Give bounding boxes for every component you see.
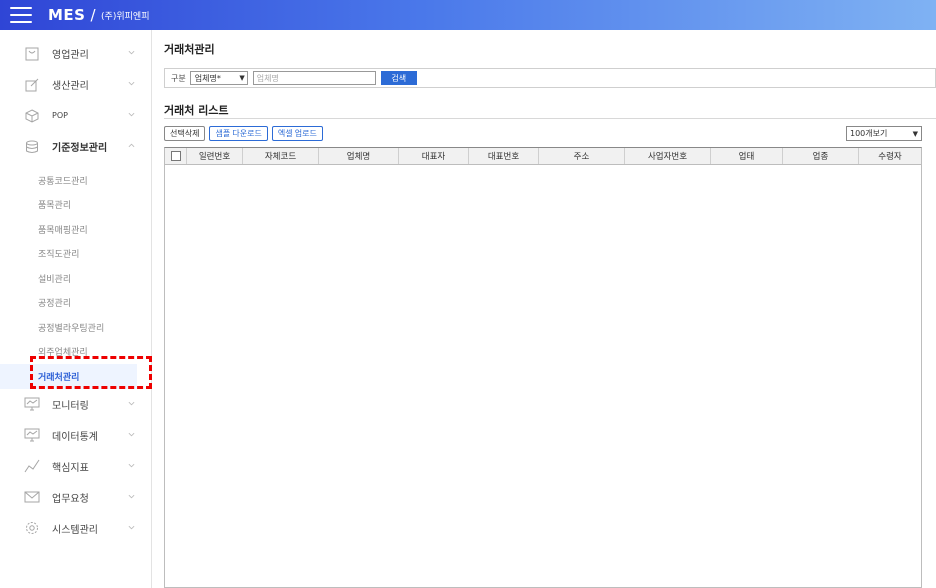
column-header[interactable]: 대표번호 <box>469 148 539 164</box>
column-header[interactable]: 일련번호 <box>187 148 243 164</box>
gear-icon <box>24 520 40 536</box>
chevron-down-icon <box>128 112 135 117</box>
sidebar-item-label: 생산관리 <box>52 81 89 92</box>
submenu-item-outsourcing[interactable]: 외주업체관리 <box>0 340 151 365</box>
sidebar-item-monitoring[interactable]: 모니터링 <box>0 389 151 420</box>
top-bar: MES / (주)위피엔피 <box>0 0 936 30</box>
select-all-checkbox[interactable] <box>170 151 181 161</box>
submenu-item-items[interactable]: 품목관리 <box>0 193 151 218</box>
sidebar: 영업관리 생산관리 POP 기준정보관리 공통코드관리 품목관리 품목매핑관리 … <box>0 30 152 588</box>
page-size-value: 100개보기 <box>850 129 888 138</box>
hamburger-menu-icon[interactable] <box>10 7 32 23</box>
search-bar: 구분 업체명* ▼ 업체명 검색 <box>164 68 936 88</box>
sidebar-item-pop[interactable]: POP <box>0 100 151 131</box>
sidebar-item-label: 핵심지표 <box>52 462 89 474</box>
search-button[interactable]: 검색 <box>380 71 417 85</box>
chevron-down-icon <box>128 50 135 55</box>
sidebar-item-system[interactable]: 시스템관리 <box>0 513 151 544</box>
sidebar-item-label: 기준정보관리 <box>52 143 108 154</box>
brand-name: MES <box>48 6 86 24</box>
chevron-down-icon: ▼ <box>912 129 918 138</box>
sidebar-item-label: 시스템관리 <box>52 524 98 536</box>
chevron-down-icon: ▼ <box>239 74 245 82</box>
column-header[interactable]: 사업자번호 <box>625 148 711 164</box>
edit-icon <box>24 77 40 93</box>
line-chart-icon <box>24 458 40 474</box>
chevron-down-icon <box>128 525 135 529</box>
chevron-up-icon <box>128 143 135 148</box>
chevron-down-icon <box>128 432 135 436</box>
submenu-master-data: 공통코드관리 품목관리 품목매핑관리 조직도관리 설비관리 공정관리 공정별라우… <box>0 162 151 389</box>
list-title: 거래처 리스트 <box>164 104 229 117</box>
page-title: 거래처관리 <box>164 43 215 56</box>
page-size-select[interactable]: 100개보기 ▼ <box>846 126 922 141</box>
delete-selected-button[interactable]: 선택삭제 <box>164 126 206 141</box>
chevron-down-icon <box>128 401 135 405</box>
shopping-bag-icon <box>24 46 40 62</box>
divider <box>164 118 936 119</box>
company-name: (주)위피엔피 <box>101 11 150 22</box>
sidebar-item-label: POP <box>52 111 68 120</box>
table-header: 일련번호 자체코드 업체명 대표자 대표번호 주소 사업자번호 업태 업종 수령… <box>165 148 921 165</box>
sample-download-button[interactable]: 샘플 다운로드 <box>209 126 268 141</box>
search-category-value: 업체명* <box>194 73 221 83</box>
main-content: 거래처관리 구분 업체명* ▼ 업체명 검색 거래처 리스트 선택삭제 샘플 다… <box>152 30 936 588</box>
submenu-item-item-mapping[interactable]: 품목매핑관리 <box>0 217 151 242</box>
chevron-down-icon <box>128 494 135 498</box>
column-header[interactable]: 자체코드 <box>243 148 319 164</box>
database-icon <box>24 139 40 155</box>
column-header[interactable]: 수령자 <box>859 148 921 164</box>
brand-separator: / <box>90 6 97 24</box>
sidebar-item-label: 데이터통계 <box>52 431 98 443</box>
sidebar-item-label: 업무요청 <box>52 493 89 505</box>
clients-table: 일련번호 자체코드 업체명 대표자 대표번호 주소 사업자번호 업태 업종 수령… <box>164 147 922 588</box>
submenu-item-common-code[interactable]: 공통코드관리 <box>0 168 151 193</box>
submenu-item-process[interactable]: 공정관리 <box>0 291 151 316</box>
monitor-stats-icon <box>24 427 40 443</box>
search-input-placeholder: 업체명 <box>256 73 279 83</box>
sidebar-item-production[interactable]: 생산관리 <box>0 69 151 100</box>
chevron-down-icon <box>128 463 135 467</box>
search-input[interactable]: 업체명 <box>252 71 376 85</box>
column-header[interactable]: 업종 <box>783 148 859 164</box>
chevron-down-icon <box>128 81 135 86</box>
sidebar-item-label: 영업관리 <box>52 50 89 61</box>
search-category-label: 구분 <box>171 73 186 83</box>
sidebar-item-master-data[interactable]: 기준정보관리 <box>0 131 151 162</box>
submenu-item-process-routing[interactable]: 공정별라우팅관리 <box>0 315 151 340</box>
submenu-item-equipment[interactable]: 설비관리 <box>0 266 151 291</box>
sidebar-item-label: 모니터링 <box>52 400 89 412</box>
sidebar-item-kpi[interactable]: 핵심지표 <box>0 451 151 482</box>
monitor-icon <box>24 396 40 412</box>
sidebar-item-sales[interactable]: 영업관리 <box>0 38 151 69</box>
sidebar-item-data-stats[interactable]: 데이터통계 <box>0 420 151 451</box>
toolbar: 선택삭제 샘플 다운로드 엑셀 업로드 <box>164 126 323 141</box>
submenu-item-org-chart[interactable]: 조직도관리 <box>0 242 151 267</box>
column-header[interactable]: 업체명 <box>319 148 399 164</box>
sidebar-item-requests[interactable]: 업무요청 <box>0 482 151 513</box>
excel-upload-button[interactable]: 엑셀 업로드 <box>271 126 323 141</box>
search-category-select[interactable]: 업체명* ▼ <box>189 71 248 85</box>
column-header[interactable]: 주소 <box>539 148 625 164</box>
column-header[interactable]: 업태 <box>711 148 783 164</box>
select-all-cell <box>165 148 187 164</box>
column-header[interactable]: 대표자 <box>399 148 469 164</box>
submenu-item-clients[interactable]: 거래처관리 <box>0 364 137 389</box>
mail-icon <box>24 489 40 505</box>
cube-icon <box>24 108 40 124</box>
brand[interactable]: MES / (주)위피엔피 <box>48 6 149 24</box>
